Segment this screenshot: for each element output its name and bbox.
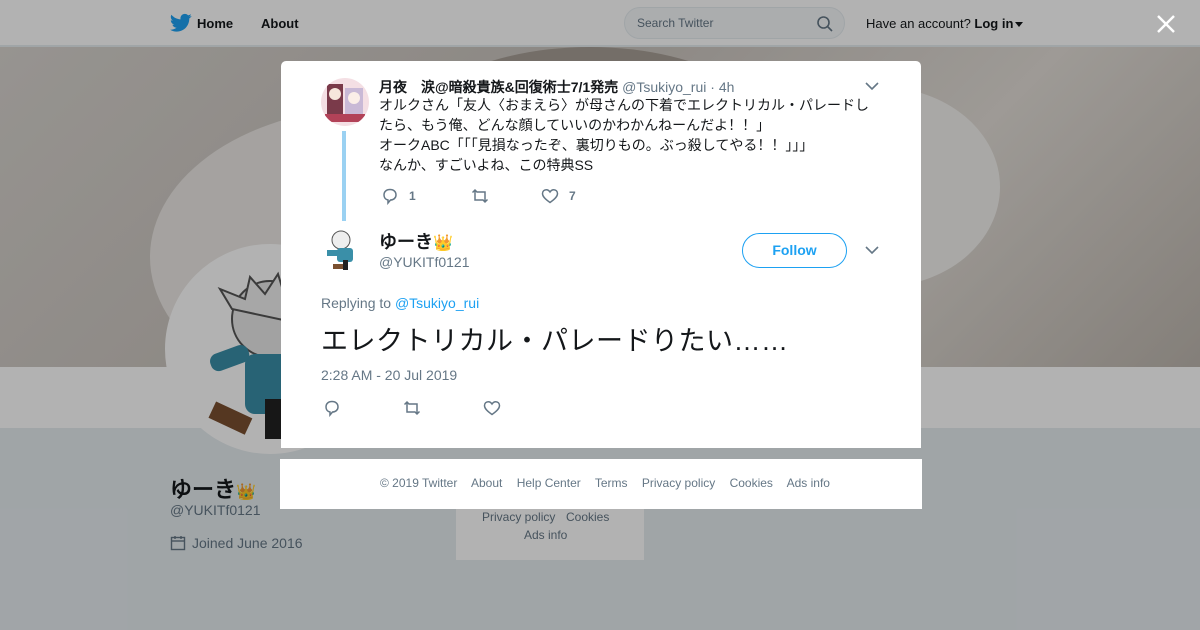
parent-tweet-time[interactable]: · 4h — [710, 79, 734, 95]
main-tweet-avatar[interactable] — [321, 226, 369, 274]
like-icon — [541, 188, 559, 204]
replying-to-line: Replying to @Tsukiyo_rui — [321, 295, 479, 311]
tweet-text-line: オークABC「「「見損なったぞ、裏切りもの。ぶっ殺してやる！！」」」 — [379, 137, 814, 153]
parent-tweet-avatar[interactable] — [321, 78, 369, 126]
avatar-image — [321, 78, 369, 126]
like-count: 7 — [569, 189, 576, 203]
replying-prefix: Replying to — [321, 295, 392, 311]
like-button[interactable] — [483, 399, 501, 417]
close-icon[interactable] — [1155, 13, 1177, 35]
parent-tweet-actions: 1 7 — [381, 187, 576, 205]
tweet-text-line: オルクさん「友人〈おまえら〉が母さんの下着でエレクトリカル・パレードし — [379, 97, 869, 113]
main-tweet-timestamp[interactable]: 2:28 AM - 20 Jul 2019 — [321, 367, 457, 383]
footer-privacy-link[interactable]: Privacy policy — [642, 476, 715, 490]
reply-icon — [325, 400, 339, 417]
parent-tweet-header: 月夜 涙@暗殺貴族&回復術士7/1発売 @Tsukiyo_rui · 4h — [379, 77, 734, 97]
parent-author-handle[interactable]: @Tsukiyo_rui — [622, 79, 706, 95]
reply-icon — [383, 188, 397, 205]
main-author-handle[interactable]: @YUKITf0121 — [379, 254, 469, 270]
replying-to-link[interactable]: @Tsukiyo_rui — [395, 295, 479, 311]
thread-connector-line — [342, 131, 346, 221]
modal-footer: © 2019 Twitter About Help Center Terms P… — [280, 459, 922, 509]
retweet-button[interactable] — [403, 399, 483, 417]
footer-about-link[interactable]: About — [471, 476, 502, 490]
crown-emoji: 👑 — [433, 235, 453, 252]
like-button[interactable]: 7 — [541, 187, 576, 205]
retweet-button[interactable] — [471, 187, 541, 205]
retweet-icon — [403, 400, 421, 416]
retweet-icon — [471, 188, 489, 204]
tweet-text-line: たら、もう俺、どんな顔していいのかわかんねーんだよ！！」 — [379, 117, 771, 133]
like-icon — [483, 400, 501, 416]
tweet-modal: 月夜 涙@暗殺貴族&回復術士7/1発売 @Tsukiyo_rui · 4h オル… — [281, 61, 921, 448]
footer-help-link[interactable]: Help Center — [517, 476, 581, 490]
main-author-name-text: ゆーき — [379, 232, 433, 252]
main-tweet-text: エレクトリカル・パレードりたい…… — [321, 326, 789, 356]
follow-button[interactable]: Follow — [742, 233, 847, 268]
footer-links: © 2019 Twitter About Help Center Terms P… — [380, 476, 841, 490]
reply-button[interactable]: 1 — [381, 187, 471, 205]
tweet-text-line: なんか、すごいよね、この特典SS — [379, 157, 594, 173]
chevron-down-icon[interactable] — [865, 81, 879, 91]
reply-count: 1 — [409, 189, 416, 203]
main-author-name[interactable]: ゆーき👑 — [379, 228, 453, 254]
footer-ads-link[interactable]: Ads info — [787, 476, 830, 490]
footer-copyright: © 2019 Twitter — [380, 476, 458, 490]
main-tweet-actions — [323, 399, 501, 417]
footer-cookies-link[interactable]: Cookies — [730, 476, 773, 490]
chevron-down-icon[interactable] — [865, 245, 879, 255]
avatar-image — [321, 226, 369, 274]
footer-terms-link[interactable]: Terms — [595, 476, 628, 490]
parent-author-name[interactable]: 月夜 涙@暗殺貴族&回復術士7/1発売 — [379, 79, 618, 95]
reply-button[interactable] — [323, 399, 403, 417]
parent-tweet-text: オルクさん「友人〈おまえら〉が母さんの下着でエレクトリカル・パレードし たら、も… — [379, 95, 879, 175]
